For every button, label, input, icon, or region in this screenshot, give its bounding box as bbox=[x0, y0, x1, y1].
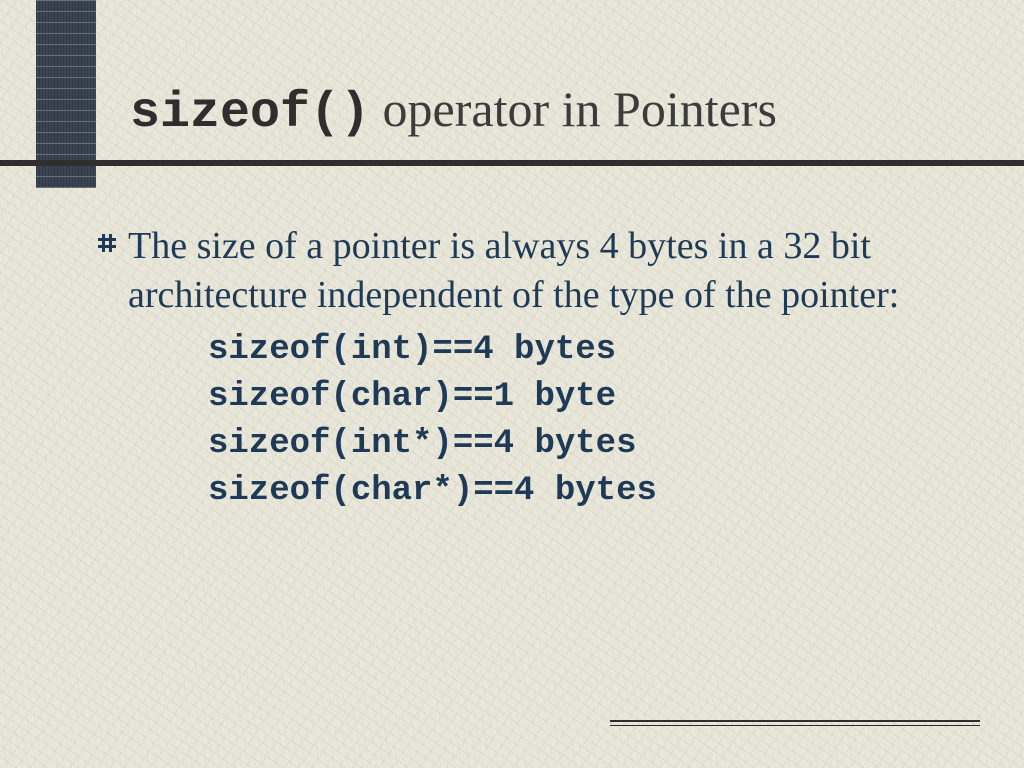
code-block: sizeof(int)==4 bytes sizeof(char)==1 byt… bbox=[208, 327, 948, 515]
code-line: sizeof(char)==1 byte bbox=[208, 374, 948, 421]
code-line: sizeof(char*)==4 bytes bbox=[208, 468, 948, 515]
title-rest: operator in Pointers bbox=[370, 81, 777, 137]
code-line: sizeof(int)==4 bytes bbox=[208, 327, 948, 374]
hash-bullet-icon bbox=[98, 234, 116, 252]
code-line: sizeof(int*)==4 bytes bbox=[208, 421, 948, 468]
bullet-item: The size of a pointer is always 4 bytes … bbox=[98, 222, 948, 319]
title-underline bbox=[0, 160, 1024, 166]
slide-title: sizeof() operator in Pointers bbox=[130, 80, 777, 142]
bullet-text: The size of a pointer is always 4 bytes … bbox=[128, 222, 948, 319]
content-area: The size of a pointer is always 4 bytes … bbox=[98, 222, 948, 515]
footer-rule bbox=[610, 720, 980, 726]
title-code: sizeof() bbox=[130, 85, 370, 142]
